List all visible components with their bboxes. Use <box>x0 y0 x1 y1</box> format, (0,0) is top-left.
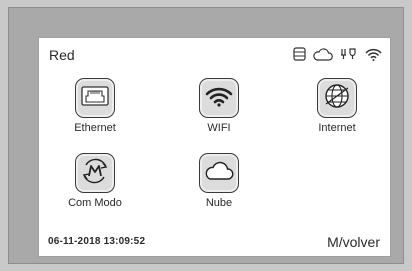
mode-icon <box>80 157 110 190</box>
datetime: 06-11-2018 13:09:52 <box>48 236 146 247</box>
ethernet-icon <box>80 85 110 112</box>
storage-icon <box>293 47 306 61</box>
ethernet-button[interactable] <box>75 78 115 118</box>
wifi-button[interactable] <box>199 78 239 118</box>
internet-button[interactable] <box>317 78 357 118</box>
wifi-label: WIFI <box>207 122 231 134</box>
wifi-icon <box>365 48 382 61</box>
com-modo-label: Com Modo <box>68 197 122 209</box>
internet-label: Internet <box>318 122 356 134</box>
ethernet-tile[interactable]: Ethernet <box>65 78 125 134</box>
com-modo-tile[interactable]: Com Modo <box>57 153 133 209</box>
cloud-icon <box>204 161 234 186</box>
status-bar <box>293 47 382 61</box>
screen: Red Ethernet WIFI Internet Com Modo Nube… <box>38 37 391 257</box>
plug-icon <box>340 47 358 61</box>
globe-icon <box>323 82 351 115</box>
nube-label: Nube <box>205 197 233 209</box>
internet-tile[interactable]: Internet <box>307 78 367 134</box>
wifi-tile[interactable]: WIFI <box>189 78 249 134</box>
nube-button[interactable] <box>199 153 239 193</box>
device-bezel: Red Ethernet WIFI Internet Com Modo Nube… <box>8 7 404 264</box>
back-button[interactable]: M/volver <box>327 234 380 250</box>
page-title: Red <box>49 47 75 63</box>
nube-tile[interactable]: Nube <box>189 153 249 209</box>
cloud-icon <box>313 47 333 61</box>
com-modo-button[interactable] <box>75 153 115 193</box>
ethernet-label: Ethernet <box>74 122 116 134</box>
wifi-icon <box>205 85 233 112</box>
